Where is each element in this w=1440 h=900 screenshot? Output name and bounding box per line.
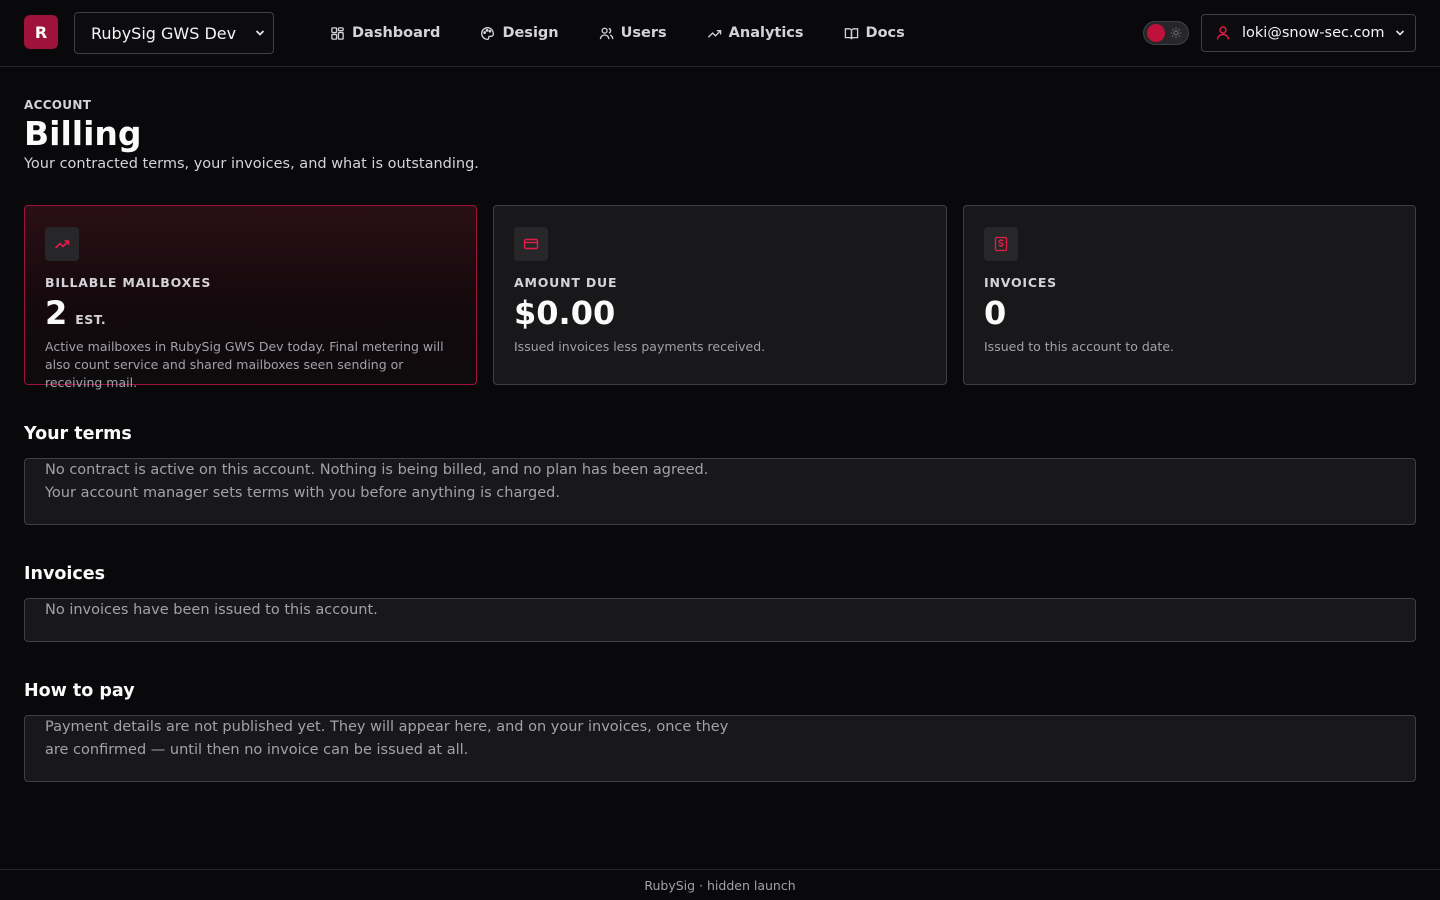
sun-icon [1170, 27, 1182, 39]
nav-docs[interactable]: Docs [844, 25, 905, 41]
terms-heading: Your terms [24, 424, 132, 444]
mailbox-count: 2 [45, 294, 68, 332]
chevron-down-icon [255, 30, 265, 36]
trending-up-icon [54, 240, 70, 249]
invoices-heading: Invoices [24, 564, 106, 584]
receipt-dollar-icon [994, 236, 1008, 252]
billable-mailboxes-card: BILLABLE MAILBOXES 2 EST. Active mailbox… [24, 205, 477, 390]
amount-due-value: $0.00 [514, 294, 616, 332]
nav-design[interactable]: Design [480, 25, 559, 41]
card-label: BILLABLE MAILBOXES [45, 275, 212, 290]
nav-analytics-label: Analytics [728, 25, 804, 41]
footer: RubySig · hidden launch [0, 869, 1440, 900]
nav-users-label: Users [620, 25, 667, 41]
card-label: INVOICES [984, 275, 1057, 290]
nav-analytics[interactable]: Analytics [707, 25, 804, 41]
invoices-empty-message: No invoices have been issued to this acc… [45, 602, 378, 618]
user-email: loki@snow-sec.com [1242, 25, 1385, 41]
logo-letter: R [34, 22, 48, 42]
chevron-down-icon [1395, 30, 1405, 36]
workspace-name: RubySig GWS Dev [91, 23, 237, 43]
main-nav: Dashboard Design Users Analytics Docs [330, 0, 945, 66]
invoice-count-value: 0 [984, 294, 1007, 332]
terms-line-1: No contract is active on this account. N… [45, 462, 709, 478]
nav-dashboard[interactable]: Dashboard [330, 25, 440, 41]
app-logo[interactable]: R [24, 15, 58, 49]
users-icon [599, 27, 613, 39]
card-icon-box [45, 227, 79, 261]
user-icon [1216, 26, 1230, 40]
amount-due-card: AMOUNT DUE $0.00 Issued invoices less pa… [493, 205, 947, 385]
card-note: Issued invoices less payments received. [514, 339, 766, 354]
top-navigation-bar: R RubySig GWS Dev Dashboard Design Users… [0, 0, 1440, 67]
toggle-knob [1147, 24, 1165, 42]
card-note: Issued to this account to date. [984, 339, 1174, 354]
invoices-panel: No invoices have been issued to this acc… [24, 598, 1416, 642]
card-icon-box [514, 227, 548, 261]
card-icon-box [984, 227, 1018, 261]
card-note: Active mailboxes in RubySig GWS Dev toda… [45, 339, 444, 390]
nav-docs-label: Docs [865, 25, 905, 41]
credit-card-icon [523, 238, 539, 250]
grid-icon [331, 26, 344, 40]
invoices-card: INVOICES 0 Issued to this account to dat… [963, 205, 1416, 385]
how-to-pay-heading: How to pay [24, 681, 135, 701]
how-to-pay-panel: Payment details are not published yet. T… [24, 715, 1416, 782]
nav-design-label: Design [502, 25, 559, 41]
book-icon [844, 27, 858, 39]
nav-users[interactable]: Users [599, 25, 667, 41]
how-to-pay-line-1: Payment details are not published yet. T… [45, 719, 729, 735]
theme-toggle[interactable] [1143, 21, 1189, 45]
card-value: 2 EST. [45, 294, 456, 332]
terms-line-2: Your account manager sets terms with you… [45, 484, 560, 501]
terms-panel: No contract is active on this account. N… [24, 458, 1416, 525]
page-subtitle: Your contracted terms, your invoices, an… [24, 156, 479, 172]
workspace-select[interactable]: RubySig GWS Dev [74, 12, 274, 54]
footer-text: RubySig · hidden launch [644, 877, 796, 893]
nav-dashboard-label: Dashboard [352, 25, 441, 41]
user-menu-button[interactable]: loki@snow-sec.com [1201, 14, 1416, 52]
card-label: AMOUNT DUE [514, 275, 618, 290]
how-to-pay-line-2: are confirmed — until then no invoice ca… [45, 741, 469, 758]
page-eyebrow: ACCOUNT [24, 98, 92, 112]
page-title: Billing [24, 114, 142, 153]
estimate-suffix: EST. [75, 312, 107, 327]
trend-icon [707, 29, 721, 38]
palette-icon [481, 26, 495, 40]
